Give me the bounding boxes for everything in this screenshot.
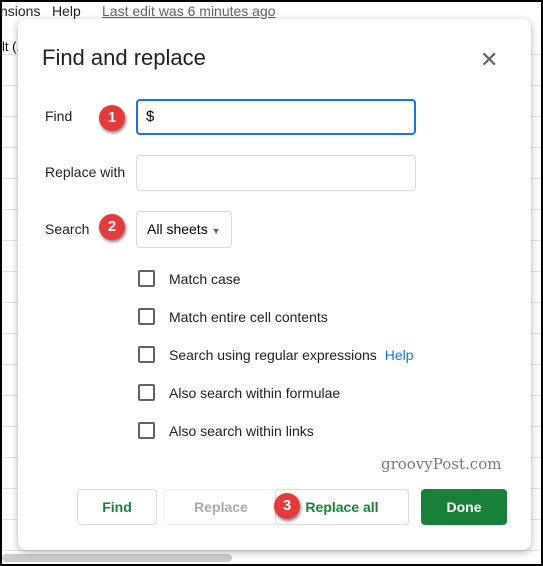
- find-label: Find: [45, 108, 73, 124]
- option-label: Match entire cell contents: [169, 308, 328, 325]
- step-badge-1: 1: [99, 105, 125, 131]
- search-scope-select[interactable]: All sheets ▼: [136, 211, 232, 248]
- option-match-case[interactable]: Match case: [138, 270, 241, 287]
- option-match-entire[interactable]: Match entire cell contents: [138, 308, 328, 325]
- replace-input[interactable]: [136, 155, 416, 191]
- replace-label: Replace with: [45, 164, 126, 180]
- search-label: Search: [45, 221, 90, 237]
- horizontal-scrollbar[interactable]: [2, 554, 232, 562]
- search-scope-value: All sheets: [147, 221, 208, 237]
- step-badge-3: 3: [274, 493, 300, 519]
- menu-help[interactable]: Help: [52, 3, 81, 19]
- find-replace-dialog: Find and replace ✕ Find $ Replace with S…: [18, 19, 531, 550]
- replace-button[interactable]: Replace: [163, 489, 279, 525]
- checkbox[interactable]: [138, 384, 155, 401]
- watermark: groovyPost.com: [381, 455, 502, 473]
- find-input[interactable]: $: [136, 99, 416, 135]
- option-label: Search using regular expressions: [169, 346, 377, 363]
- menu-extensions[interactable]: nsions: [0, 3, 40, 19]
- dialog-title: Find and replace: [42, 45, 206, 70]
- checkbox[interactable]: [138, 346, 155, 363]
- checkbox[interactable]: [138, 270, 155, 287]
- done-button[interactable]: Done: [421, 489, 507, 525]
- last-edit-link[interactable]: Last edit was 6 minutes ago: [102, 3, 276, 19]
- dropdown-arrow-icon: ▼: [211, 226, 221, 236]
- checkbox[interactable]: [138, 422, 155, 439]
- help-link[interactable]: Help: [385, 347, 414, 363]
- option-label: Also search within links: [169, 422, 314, 439]
- option-regex[interactable]: Search using regular expressions Help: [138, 346, 414, 363]
- option-label: Also search within formulae: [169, 384, 341, 401]
- option-label: Match case: [169, 270, 241, 287]
- option-formulae[interactable]: Also search within formulae: [138, 384, 340, 401]
- find-button[interactable]: Find: [77, 489, 157, 525]
- option-links[interactable]: Also search within links: [138, 422, 314, 439]
- checkbox[interactable]: [138, 308, 155, 325]
- close-icon[interactable]: ✕: [480, 47, 498, 73]
- step-badge-2: 2: [99, 214, 125, 240]
